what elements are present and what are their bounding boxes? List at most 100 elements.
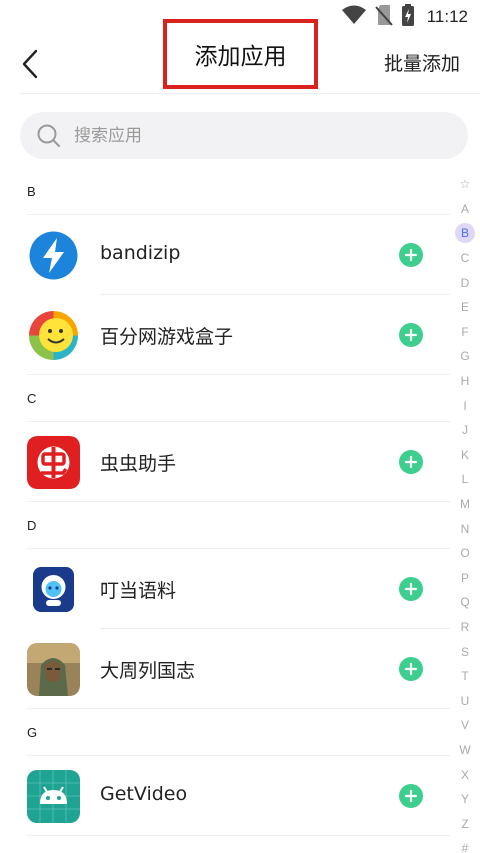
index-letter-label: X [460, 767, 469, 782]
index-letter-label: Q [460, 595, 470, 610]
index-letter-label: S [460, 644, 469, 659]
plus-icon [404, 789, 418, 803]
index-letter[interactable]: C [455, 246, 475, 271]
index-letter[interactable]: I [455, 393, 475, 418]
index-letter[interactable]: # [455, 836, 475, 853]
add-button[interactable] [399, 323, 423, 347]
index-letter-label: A [460, 201, 469, 216]
index-letter[interactable]: G [455, 344, 475, 369]
index-letter[interactable]: Z [455, 811, 475, 836]
section-header-g: G [0, 709, 450, 756]
app-name: GetVideo [100, 783, 188, 805]
index-letter-label: O [460, 546, 470, 561]
index-letter[interactable]: J [455, 418, 475, 443]
baifenwang-icon [27, 309, 80, 362]
app-list: B bandizip 百分网游戏盒子 C 虫虫助手 D 叮当语料 大周列国志 G… [0, 168, 450, 836]
header: 添加应用 批量添加 [0, 19, 480, 92]
index-letter-label: W [459, 742, 471, 757]
index-letter[interactable]: Y [455, 787, 475, 812]
index-letter[interactable]: T [455, 664, 475, 689]
app-name: 大周列国志 [100, 660, 196, 682]
index-letter[interactable]: F [455, 320, 475, 345]
index-letter-label: V [460, 718, 469, 733]
app-name: bandizip [100, 242, 181, 264]
index-letter-label: Z [461, 816, 469, 831]
no-sim-icon [374, 4, 393, 30]
index-letter[interactable]: B [455, 221, 475, 246]
wifi-icon [341, 5, 367, 29]
index-letter[interactable]: Q [455, 590, 475, 615]
index-letter-label: D [460, 275, 470, 290]
index-letter-label: B [455, 223, 475, 244]
index-letter[interactable]: P [455, 566, 475, 591]
index-letter-label: Y [460, 792, 469, 807]
plus-icon [404, 582, 418, 596]
alphabet-index-bar[interactable]: ☆ A B C D E F G H I J K L M N O P Q R S T U V W X Y Z # [454, 172, 476, 853]
index-letter[interactable]: M [455, 492, 475, 517]
plus-icon [404, 248, 418, 262]
index-letter[interactable]: O [455, 541, 475, 566]
index-letter-label: I [463, 398, 467, 413]
index-letter-label: R [460, 619, 470, 634]
section-letter: G [27, 725, 38, 740]
index-letter[interactable]: E [455, 295, 475, 320]
status-icons: 11:12 [341, 4, 468, 30]
add-button[interactable] [399, 243, 423, 267]
bulk-add-button[interactable]: 批量添加 [384, 49, 460, 76]
index-letter[interactable]: V [455, 713, 475, 738]
index-letter[interactable]: A [455, 197, 475, 222]
index-letter[interactable]: R [455, 615, 475, 640]
index-letter-label: K [460, 447, 469, 462]
app-name: 虫虫助手 [100, 453, 177, 475]
app-name: 叮当语料 [100, 580, 177, 602]
index-letter[interactable]: D [455, 270, 475, 295]
add-button[interactable] [399, 657, 423, 681]
header-divider [20, 93, 480, 94]
index-letter-label: C [460, 251, 470, 266]
section-letter: C [27, 391, 37, 406]
plus-icon [404, 328, 418, 342]
battery-charging-icon [401, 4, 415, 30]
add-button[interactable] [399, 784, 423, 808]
back-button[interactable] [14, 46, 46, 82]
list-item[interactable]: bandizip [0, 215, 450, 295]
chevron-left-icon [22, 49, 38, 79]
chongchong-icon [27, 436, 80, 489]
title-highlight-box: 添加应用 [163, 19, 318, 89]
status-time: 11:12 [426, 7, 468, 26]
index-letter-label: N [460, 521, 470, 536]
index-letter[interactable]: K [455, 443, 475, 468]
index-letter[interactable]: ☆ [455, 172, 475, 197]
index-letter-label: J [462, 423, 468, 438]
list-item[interactable]: 虫虫助手 [0, 422, 450, 502]
search-icon [37, 124, 60, 147]
index-letter-label: # [461, 841, 469, 853]
index-letter[interactable]: N [455, 516, 475, 541]
index-letter[interactable]: L [455, 467, 475, 492]
index-letter[interactable]: S [455, 639, 475, 664]
section-header-c: C [0, 375, 450, 422]
index-letter-label: L [461, 472, 469, 487]
index-letter-label: M [460, 497, 470, 512]
list-item[interactable]: 百分网游戏盒子 [0, 295, 450, 375]
index-letter-label: E [460, 300, 469, 315]
index-letter[interactable]: W [455, 738, 475, 763]
index-letter-label: T [461, 669, 469, 684]
index-letter[interactable]: U [455, 688, 475, 713]
index-letter-label: P [460, 570, 469, 585]
app-name: 百分网游戏盒子 [100, 326, 234, 348]
plus-icon [404, 455, 418, 469]
index-letter-label: ☆ [459, 177, 471, 192]
list-item[interactable]: 大周列国志 [0, 629, 450, 709]
add-button[interactable] [399, 577, 423, 601]
list-item[interactable]: 叮当语料 [0, 549, 450, 629]
search-input[interactable] [74, 125, 434, 146]
index-letter[interactable]: X [455, 762, 475, 787]
search-bar[interactable] [20, 112, 468, 159]
add-button[interactable] [399, 450, 423, 474]
index-letter-label: H [460, 374, 470, 389]
page-title: 添加应用 [194, 44, 287, 70]
index-letter[interactable]: H [455, 369, 475, 394]
list-item[interactable]: GetVideo [0, 756, 450, 836]
index-letter-label: U [460, 693, 470, 708]
